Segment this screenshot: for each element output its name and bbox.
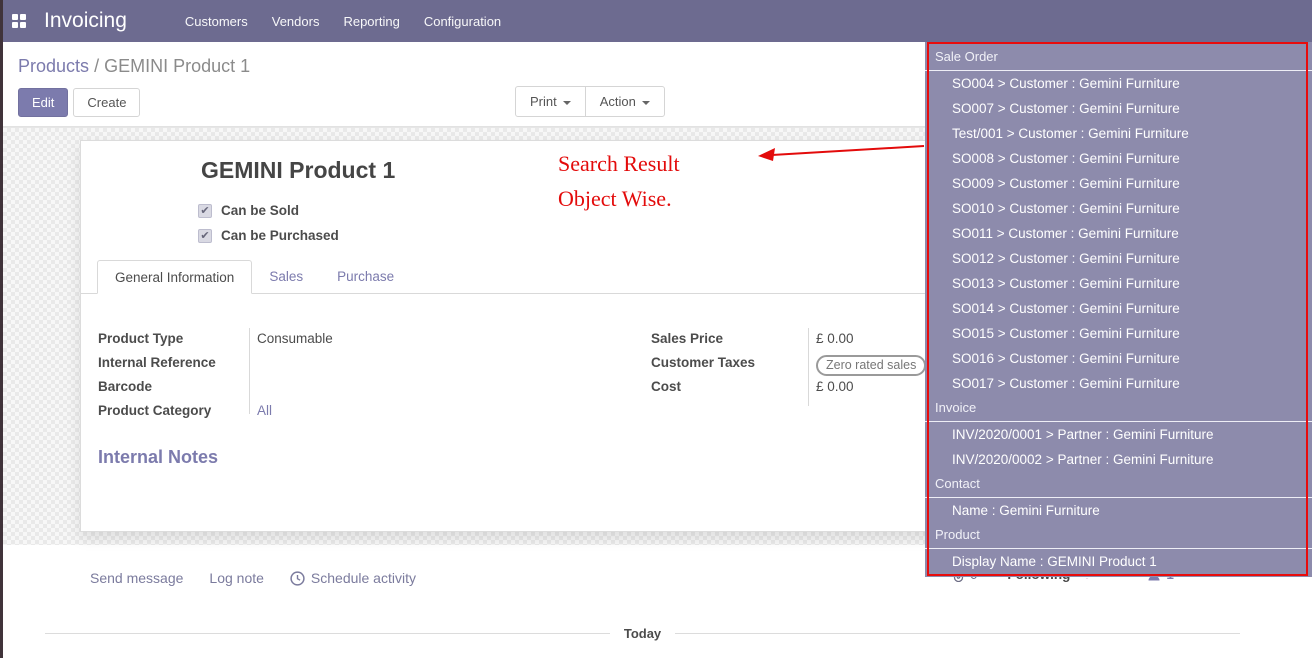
action-button[interactable]: Action — [585, 86, 665, 117]
tab-purchase[interactable]: Purchase — [320, 260, 411, 294]
annotation-arrow — [756, 136, 928, 168]
dropdown-result-item[interactable]: SO014 > Customer : Gemini Furniture — [925, 296, 1312, 321]
field-row: Barcode — [98, 379, 518, 400]
field-value[interactable]: All — [249, 403, 272, 418]
checkbox-icon[interactable]: ✔ — [198, 229, 212, 243]
today-divider: Today — [45, 626, 1240, 641]
search-results-dropdown: Sale OrderSO004 > Customer : Gemini Furn… — [925, 42, 1312, 577]
dropdown-result-item[interactable]: SO010 > Customer : Gemini Furniture — [925, 196, 1312, 221]
field-group-left: Product TypeConsumableInternal Reference… — [98, 331, 518, 427]
top-navbar: Invoicing Customers Vendors Reporting Confi… — [0, 0, 1312, 42]
dropdown-result-item[interactable]: SO017 > Customer : Gemini Furniture — [925, 371, 1312, 396]
print-caret-icon — [563, 101, 571, 105]
checkbox-row: ✔ Can be Sold — [198, 203, 299, 218]
field-label: Product Category — [98, 403, 249, 418]
today-label: Today — [624, 626, 661, 641]
dropdown-section-contact: Contact — [925, 472, 1312, 498]
field-value: Consumable — [249, 331, 333, 346]
dropdown-section-sale-order: Sale Order — [925, 45, 1312, 71]
field-row: Product TypeConsumable — [98, 331, 518, 352]
breadcrumb-products-link[interactable]: Products — [18, 56, 89, 76]
nav-menu-reporting[interactable]: Reporting — [343, 14, 399, 29]
field-label: Product Type — [98, 331, 249, 346]
annotation-text: Search Result Object Wise. — [558, 146, 680, 216]
log-note-button[interactable]: Log note — [209, 570, 264, 586]
checkbox-row: ✔ Can be Purchased — [198, 228, 339, 243]
field-row: Product CategoryAll — [98, 403, 518, 424]
dropdown-result-item[interactable]: SO008 > Customer : Gemini Furniture — [925, 146, 1312, 171]
field-label: Barcode — [98, 379, 249, 394]
nav-menu-vendors[interactable]: Vendors — [272, 14, 320, 29]
action-caret-icon — [642, 101, 650, 105]
navbar-menus: Customers Vendors Reporting Configuration — [185, 14, 501, 29]
create-button[interactable]: Create — [73, 88, 140, 117]
dropdown-result-item[interactable]: SO013 > Customer : Gemini Furniture — [925, 271, 1312, 296]
field-label: Internal Reference — [98, 355, 249, 370]
edit-button[interactable]: Edit — [18, 88, 68, 117]
checkbox-icon[interactable]: ✔ — [198, 204, 212, 218]
breadcrumb-current: GEMINI Product 1 — [104, 56, 250, 76]
field-value: £ 0.00 — [808, 331, 854, 346]
checkbox-label: Can be Sold — [221, 203, 299, 218]
send-message-button[interactable]: Send message — [90, 570, 183, 586]
breadcrumb: Products / GEMINI Product 1 — [18, 56, 250, 77]
dropdown-result-item[interactable]: SO012 > Customer : Gemini Furniture — [925, 246, 1312, 271]
field-label: Cost — [651, 379, 808, 394]
print-button[interactable]: Print — [515, 86, 586, 117]
dropdown-result-item[interactable]: SO009 > Customer : Gemini Furniture — [925, 171, 1312, 196]
dropdown-result-item[interactable]: SO007 > Customer : Gemini Furniture — [925, 96, 1312, 121]
dropdown-section-product: Product — [925, 523, 1312, 549]
apps-menu-icon[interactable] — [12, 14, 26, 28]
field-value: Zero rated sales — [808, 355, 926, 376]
tab-general-information[interactable]: General Information — [97, 260, 252, 294]
dropdown-result-item[interactable]: INV/2020/0002 > Partner : Gemini Furnitu… — [925, 447, 1312, 472]
checkbox-label: Can be Purchased — [221, 228, 339, 243]
dropdown-result-item[interactable]: SO016 > Customer : Gemini Furniture — [925, 346, 1312, 371]
field-label: Sales Price — [651, 331, 808, 346]
product-title: GEMINI Product 1 — [201, 157, 395, 184]
schedule-clock-icon — [290, 571, 305, 586]
nav-menu-configuration[interactable]: Configuration — [424, 14, 501, 29]
dropdown-result-item[interactable]: SO004 > Customer : Gemini Furniture — [925, 71, 1312, 96]
field-value: £ 0.00 — [808, 379, 854, 394]
tab-sales[interactable]: Sales — [252, 260, 320, 294]
dropdown-section-invoice: Invoice — [925, 396, 1312, 422]
schedule-activity-button[interactable]: Schedule activity — [290, 570, 416, 586]
app-brand[interactable]: Invoicing — [44, 9, 127, 33]
dropdown-result-item[interactable]: Name : Gemini Furniture — [925, 498, 1312, 523]
field-label: Customer Taxes — [651, 355, 808, 370]
nav-menu-customers[interactable]: Customers — [185, 14, 248, 29]
window-edge-strip — [0, 0, 3, 658]
field-row: Internal Reference — [98, 355, 518, 376]
dropdown-result-item[interactable]: INV/2020/0001 > Partner : Gemini Furnitu… — [925, 422, 1312, 447]
tax-badge: Zero rated sales — [816, 355, 926, 376]
chatter-actions: Send message Log note Schedule activity — [90, 570, 416, 586]
internal-notes-heading: Internal Notes — [98, 447, 218, 468]
dropdown-result-item[interactable]: SO011 > Customer : Gemini Furniture — [925, 221, 1312, 246]
dropdown-result-item[interactable]: Test/001 > Customer : Gemini Furniture — [925, 121, 1312, 146]
dropdown-result-item[interactable]: Display Name : GEMINI Product 1 — [925, 549, 1312, 574]
app-window: Invoicing Customers Vendors Reporting Confi… — [0, 0, 1312, 658]
dropdown-result-item[interactable]: SO015 > Customer : Gemini Furniture — [925, 321, 1312, 346]
